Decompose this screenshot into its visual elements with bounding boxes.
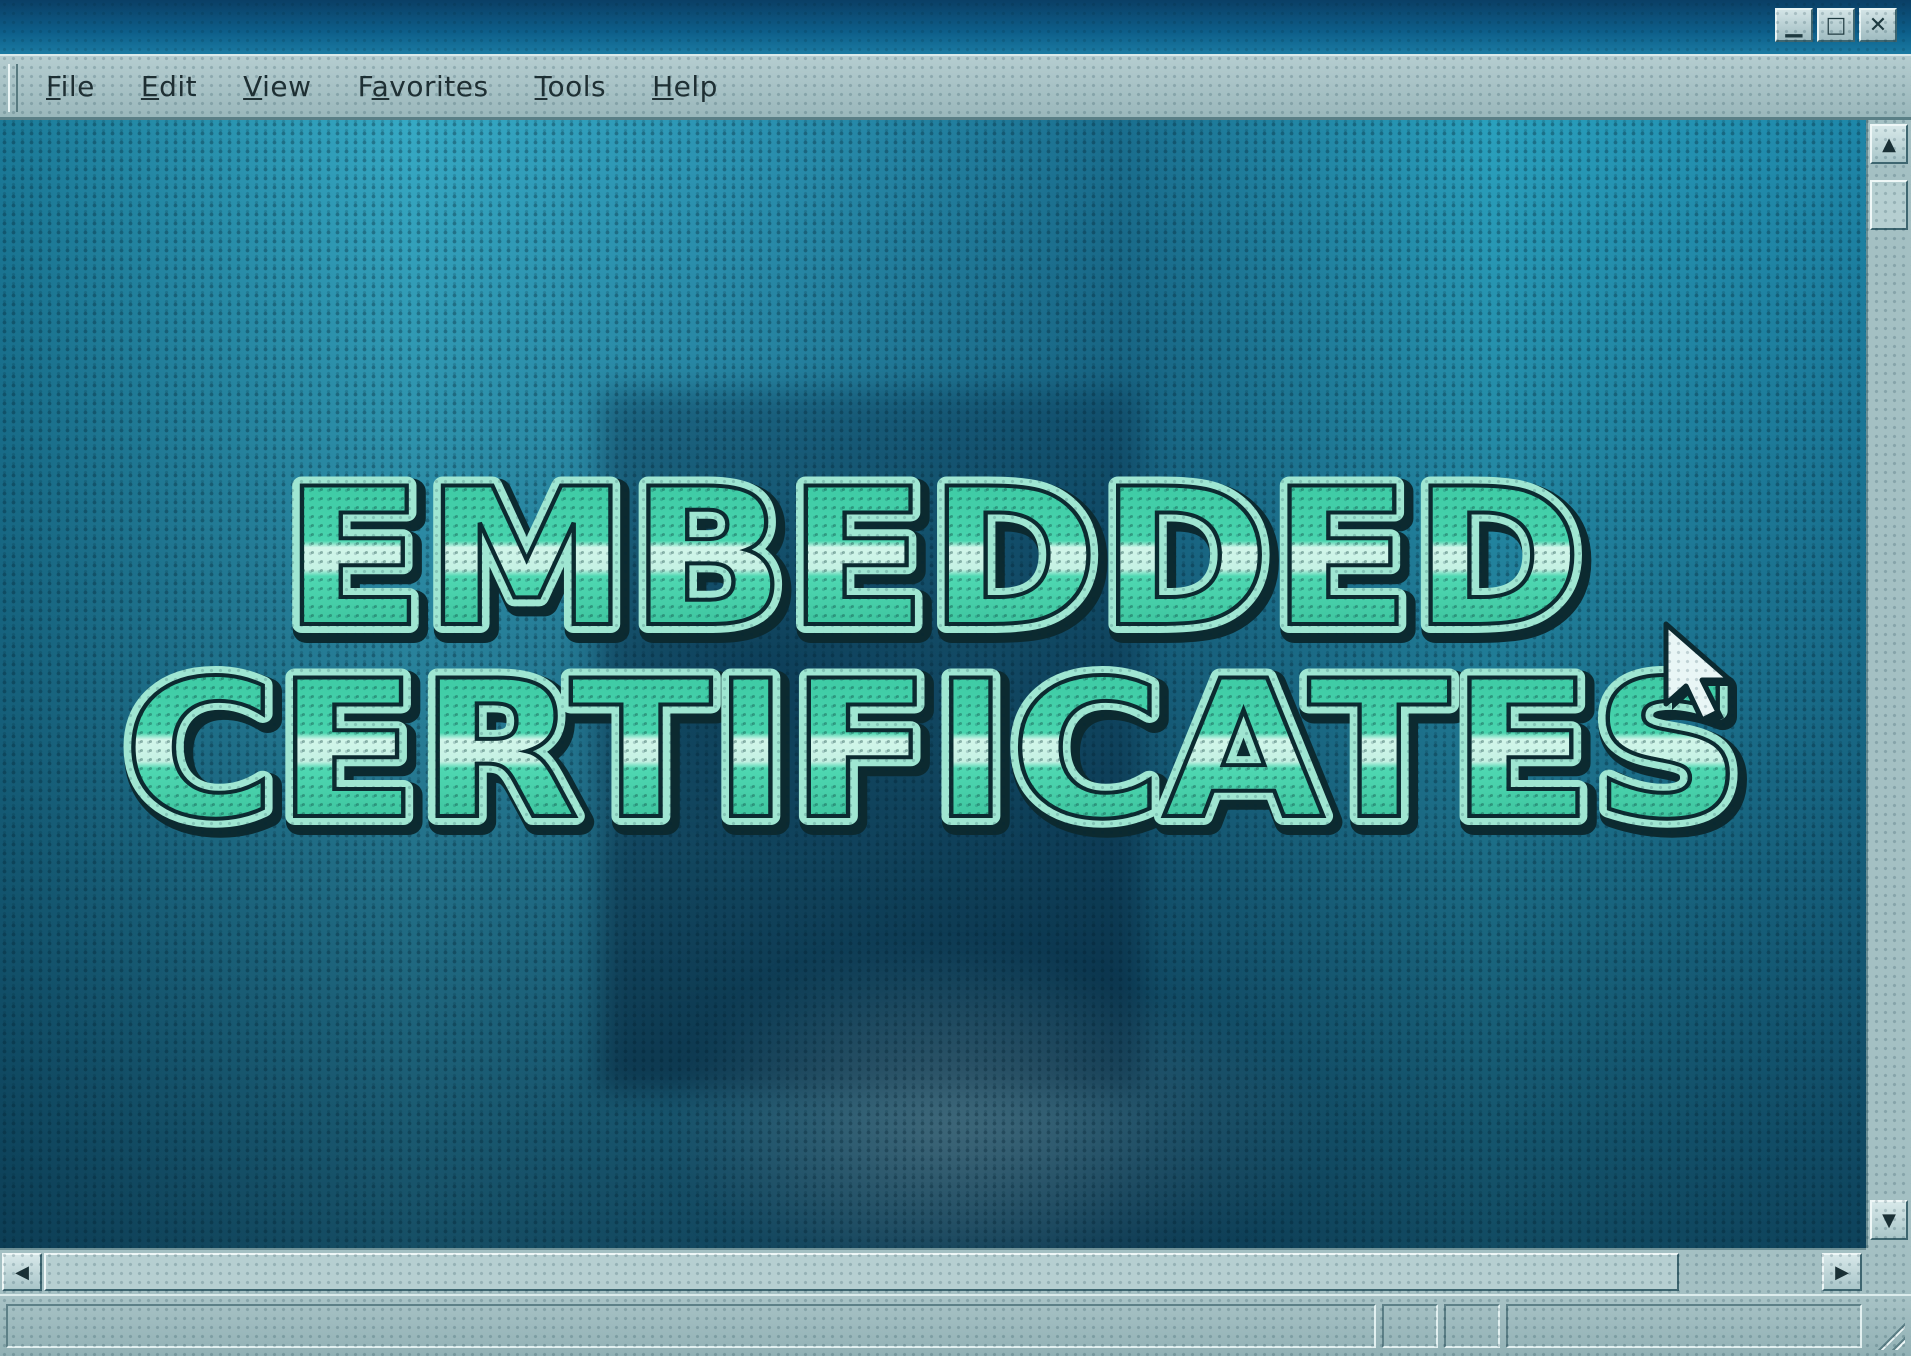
resize-grip-icon[interactable] [1873,1318,1905,1350]
scroll-up-button[interactable]: ▲ [1870,124,1908,164]
status-pane-3 [1444,1304,1500,1348]
headline-graphic: EMBEDDED CERTIFICATES EMBEDDED CERTIFICA… [114,440,1761,860]
menu-edit[interactable]: Edit [141,70,197,103]
minimize-icon: ▁ [1785,12,1803,38]
headline-line1-texture: EMBEDDED [283,448,1583,669]
vertical-scrollbar[interactable]: ▲ ▼ [1866,120,1911,1248]
status-bar [0,1294,1911,1356]
menu-bar: File Edit View Favorites Tools Help [0,54,1911,120]
menu-file[interactable]: File [46,70,95,103]
vertical-scroll-thumb[interactable] [1870,180,1908,230]
horizontal-scrollbar[interactable]: ◀ ▶ [0,1248,1866,1294]
mouse-pointer-icon [1663,621,1736,726]
title-bar: ▁ □ ✕ [0,0,1911,54]
maximize-button[interactable]: □ [1817,8,1855,42]
status-pane-2 [1382,1304,1438,1348]
arrow-right-icon: ▶ [1835,1261,1849,1283]
headline-line2-texture: CERTIFICATES [123,640,1743,860]
window-controls: ▁ □ ✕ [1775,8,1897,42]
scrollbar-corner [1866,1248,1911,1294]
browser-window: ▁ □ ✕ File Edit View Favorites Tools Hel… [0,0,1911,1356]
maximize-icon: □ [1825,12,1847,38]
arrow-down-icon: ▼ [1882,1209,1896,1231]
headline: EMBEDDED CERTIFICATES EMBEDDED CERTIFICA… [0,440,1866,860]
menu-tools[interactable]: Tools [535,70,607,103]
horizontal-scroll-thumb[interactable] [44,1253,1679,1291]
close-button[interactable]: ✕ [1859,8,1897,42]
arrow-left-icon: ◀ [15,1261,29,1283]
status-pane-main [6,1304,1376,1348]
menu-help[interactable]: Help [652,70,718,103]
scroll-left-button[interactable]: ◀ [2,1253,42,1291]
scroll-down-button[interactable]: ▼ [1870,1200,1908,1240]
menu-grip[interactable] [8,64,18,112]
status-pane-zone [1506,1304,1862,1348]
menu-favorites[interactable]: Favorites [358,70,489,103]
minimize-button[interactable]: ▁ [1775,8,1813,42]
menu-view[interactable]: View [243,70,311,103]
scroll-right-button[interactable]: ▶ [1822,1253,1862,1291]
arrow-up-icon: ▲ [1882,133,1896,155]
page-content: EMBEDDED CERTIFICATES EMBEDDED CERTIFICA… [0,120,1866,1248]
close-icon: ✕ [1868,12,1888,38]
